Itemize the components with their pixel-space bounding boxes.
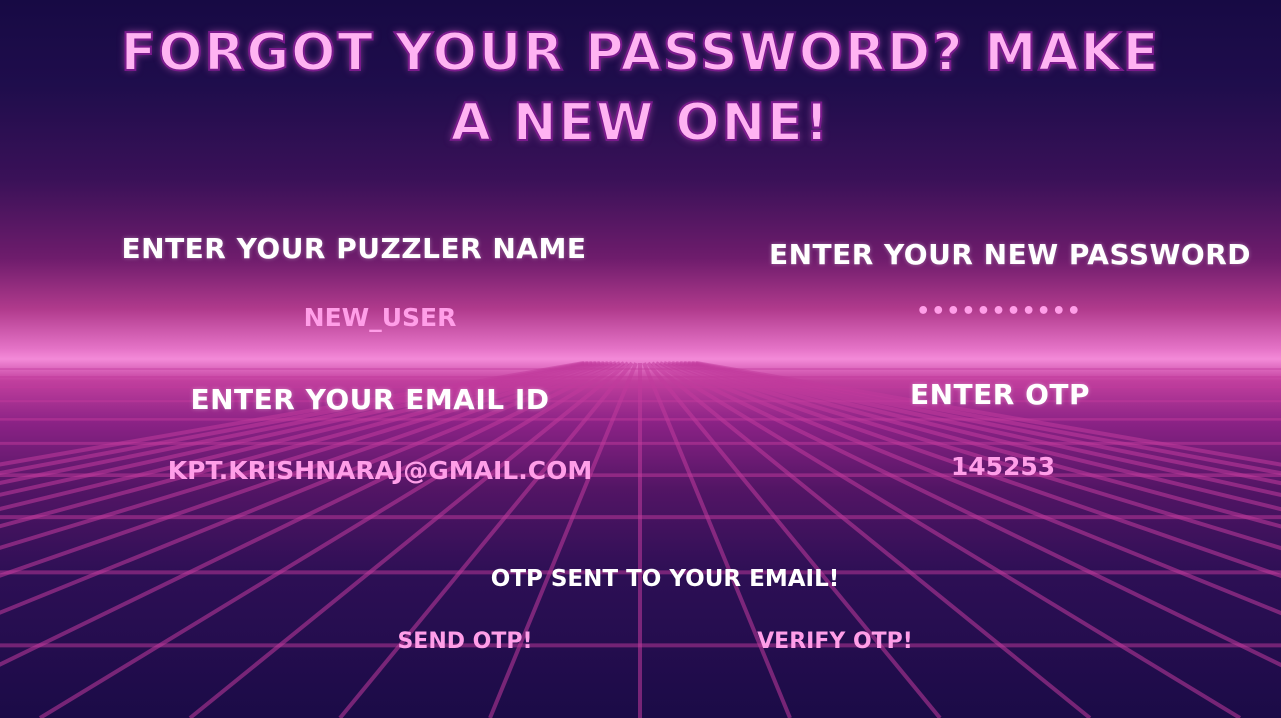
username-label: Enter your puzzler name (121, 232, 587, 265)
otp-status-message: OTP sent to your email! (490, 566, 840, 592)
otp-label: Enter OTP (909, 378, 1091, 411)
email-field[interactable] (130, 453, 630, 487)
send-otp-button[interactable]: Send OTP! (375, 626, 555, 656)
grid-line (0, 361, 585, 467)
username-field[interactable] (130, 300, 630, 334)
grid-line (0, 361, 589, 476)
page-title: Forgot your password? Make a new one! (0, 18, 1281, 158)
new-password-field[interactable] (849, 296, 1149, 326)
page-title-line-1: Forgot your password? Make (120, 22, 1161, 84)
verify-otp-button[interactable]: Verify OTP! (735, 626, 935, 656)
email-label: Enter your email ID (190, 383, 550, 416)
grid-line (695, 361, 1281, 467)
grid-line (691, 361, 1281, 476)
otp-field[interactable] (853, 449, 1153, 483)
new-password-label: Enter your new password (768, 238, 1252, 271)
page-title-line-2: a new one! (450, 92, 831, 154)
